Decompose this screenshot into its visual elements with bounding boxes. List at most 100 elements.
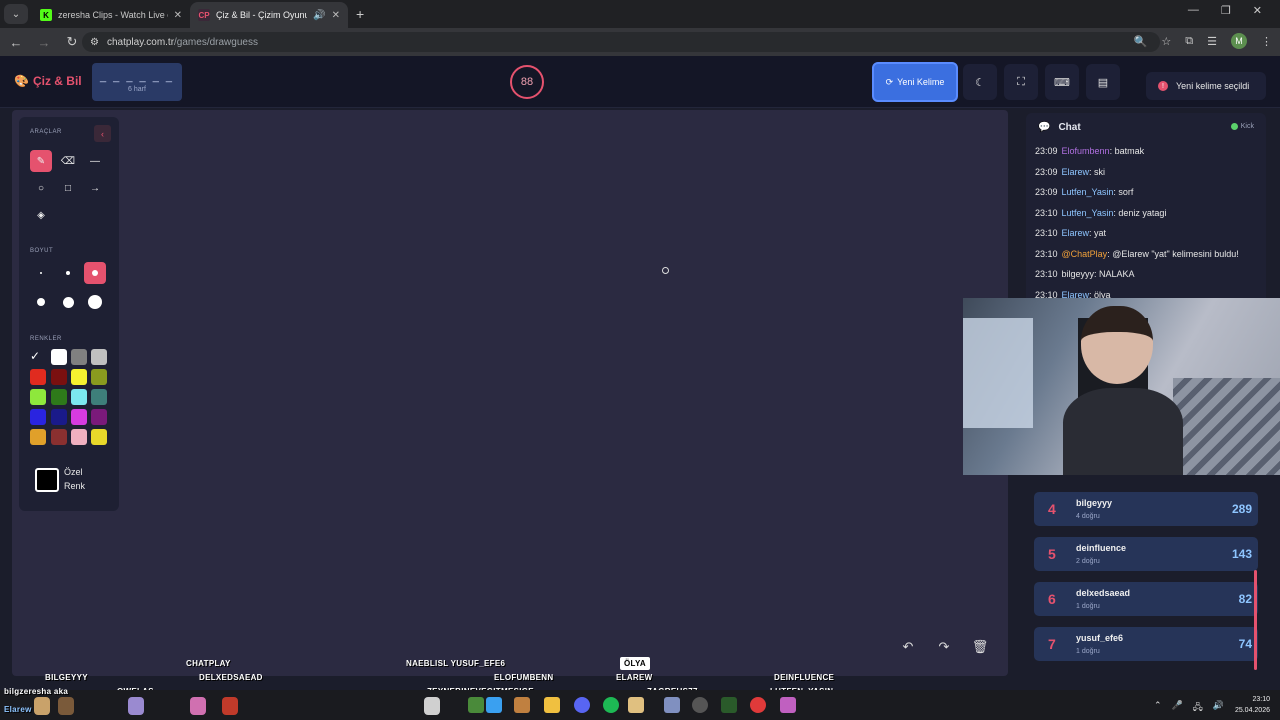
color-swatch[interactable] bbox=[91, 369, 107, 385]
color-swatch[interactable] bbox=[51, 369, 67, 385]
browser-tab-kick[interactable]: K zeresha Clips - Watch Live on K ✕ bbox=[32, 2, 190, 28]
color-swatch[interactable] bbox=[91, 409, 107, 425]
custom-color-label[interactable]: Özel Renk bbox=[64, 465, 85, 493]
new-word-button[interactable]: ⟳ Yeni Kelime bbox=[872, 62, 958, 102]
avatar-sprite bbox=[424, 697, 440, 715]
color-swatch[interactable] bbox=[30, 369, 46, 385]
size-heading: BOYUT bbox=[30, 248, 54, 254]
color-swatch[interactable] bbox=[71, 409, 87, 425]
taskbar-app-icon[interactable] bbox=[468, 697, 484, 713]
message-user[interactable]: @ChatPlay bbox=[1062, 249, 1108, 259]
archive-button[interactable]: ▤ bbox=[1086, 64, 1120, 100]
collapse-panel-button[interactable]: ‹ bbox=[94, 125, 111, 142]
reading-list-icon[interactable]: ☰ bbox=[1207, 35, 1217, 48]
color-swatch[interactable] bbox=[30, 389, 46, 405]
chat-message: 23:10 Elarew: ölya bbox=[1026, 285, 1266, 299]
message-user[interactable]: Elarew bbox=[1062, 167, 1090, 177]
clear-canvas-button[interactable]: 🗑 bbox=[967, 634, 993, 660]
leaderboard-scrollbar[interactable] bbox=[1254, 570, 1257, 670]
eraser-tool[interactable]: ⌫ bbox=[57, 150, 79, 172]
player-score: 289 bbox=[1231, 502, 1252, 516]
forward-icon[interactable]: → bbox=[32, 35, 56, 50]
selected-color-check-icon[interactable]: ✓ bbox=[30, 349, 46, 365]
close-window-icon[interactable]: ✕ bbox=[1253, 4, 1262, 17]
avatar-sprite bbox=[34, 697, 50, 715]
minimize-icon[interactable]: — bbox=[1188, 4, 1199, 17]
avatar-sprite bbox=[628, 697, 644, 713]
taskbar-app-icon[interactable] bbox=[721, 697, 737, 713]
chevron-up-icon[interactable]: ⌃ bbox=[1154, 700, 1162, 716]
custom-color-swatch[interactable] bbox=[35, 468, 59, 492]
color-swatch[interactable] bbox=[30, 409, 46, 425]
system-tray: ⌃ 🎤 🖧 🔊 bbox=[1154, 700, 1224, 716]
arrow-tool[interactable]: → bbox=[84, 177, 106, 199]
close-icon[interactable]: ✕ bbox=[332, 10, 340, 21]
profile-avatar[interactable]: M bbox=[1231, 33, 1247, 49]
brush-size-option[interactable] bbox=[84, 262, 106, 284]
color-swatch[interactable] bbox=[71, 389, 87, 405]
spotify-icon[interactable] bbox=[603, 697, 619, 713]
message-user[interactable]: Elarew bbox=[1062, 228, 1090, 238]
brush-size-option[interactable] bbox=[30, 291, 52, 313]
color-swatch[interactable] bbox=[91, 389, 107, 405]
taskbar-clock[interactable]: 23:10 25.04.2026 bbox=[1235, 694, 1270, 716]
brush-size-option[interactable] bbox=[57, 262, 79, 284]
close-icon[interactable]: ✕ bbox=[174, 10, 182, 21]
undo-button[interactable]: ↶ bbox=[895, 634, 921, 660]
microphone-icon[interactable]: 🎤 bbox=[1172, 700, 1183, 716]
brush-size-option[interactable] bbox=[30, 262, 52, 284]
color-swatch[interactable] bbox=[51, 349, 67, 365]
speaker-icon[interactable]: 🔊 bbox=[313, 10, 325, 21]
color-swatch[interactable] bbox=[91, 349, 107, 365]
brand-logo[interactable]: 🎨 Çiz & Bil bbox=[14, 74, 82, 88]
bookmark-star-icon[interactable]: ☆ bbox=[1161, 35, 1171, 48]
network-icon[interactable]: 🖧 bbox=[1193, 700, 1203, 716]
kick-favicon-icon: K bbox=[40, 9, 52, 21]
circle-tool[interactable]: ○ bbox=[30, 177, 52, 199]
line-tool[interactable]: — bbox=[84, 150, 106, 172]
browser-tab-drawguess[interactable]: CP Çiz & Bil - Çizim Oyunu 🔊 ✕ bbox=[190, 2, 348, 28]
color-swatch[interactable] bbox=[30, 429, 46, 445]
color-swatch[interactable] bbox=[71, 429, 87, 445]
tab-search-button[interactable]: ⌄ bbox=[4, 4, 28, 24]
message-user[interactable]: bilgeyyy bbox=[1062, 269, 1095, 279]
message-user[interactable]: Lutfen_Yasin bbox=[1062, 208, 1114, 218]
color-swatch[interactable] bbox=[71, 369, 87, 385]
url-field[interactable]: ⚙ chatplay.com.tr/games/drawguess bbox=[82, 32, 1160, 52]
file-explorer-icon[interactable] bbox=[544, 697, 560, 713]
menu-kebab-icon[interactable]: ⋮ bbox=[1261, 35, 1272, 48]
color-swatch[interactable] bbox=[71, 349, 87, 365]
color-swatch[interactable] bbox=[51, 389, 67, 405]
rectangle-tool[interactable]: □ bbox=[57, 177, 79, 199]
new-tab-button[interactable]: + bbox=[356, 6, 364, 22]
fill-tool[interactable]: ◈ bbox=[30, 204, 52, 226]
brush-tool[interactable]: ✎ bbox=[30, 150, 52, 172]
color-swatch[interactable] bbox=[91, 429, 107, 445]
back-icon[interactable]: ← bbox=[4, 35, 28, 50]
message-user[interactable]: Lutfen_Yasin bbox=[1062, 187, 1114, 197]
windows-start-icon[interactable] bbox=[486, 697, 502, 713]
extensions-icon[interactable]: ⧉ bbox=[1185, 35, 1193, 48]
brush-size-option[interactable] bbox=[84, 291, 106, 313]
clock-date: 25.04.2026 bbox=[1234, 707, 1270, 714]
reload-icon[interactable]: ↻ bbox=[60, 34, 84, 50]
site-info-icon[interactable]: ⚙ bbox=[90, 37, 99, 48]
taskbar-app-icon[interactable] bbox=[514, 697, 530, 713]
discord-icon[interactable] bbox=[574, 697, 590, 713]
volume-icon[interactable]: 🔊 bbox=[1213, 700, 1224, 716]
redo-button[interactable]: ↷ bbox=[931, 634, 957, 660]
player-rank: 5 bbox=[1048, 546, 1056, 562]
dark-mode-toggle[interactable]: ☾ bbox=[963, 64, 997, 100]
drawing-canvas[interactable] bbox=[12, 110, 1008, 676]
color-swatch[interactable] bbox=[51, 409, 67, 425]
message-user[interactable]: Elofumbenn bbox=[1062, 146, 1110, 156]
fullscreen-button[interactable]: ⛶ bbox=[1004, 64, 1038, 100]
zoom-icon[interactable]: 🔍 bbox=[1134, 35, 1148, 48]
taskbar-app-icon[interactable] bbox=[750, 697, 766, 713]
keyboard-button[interactable]: ⌨ bbox=[1045, 64, 1079, 100]
maximize-icon[interactable]: ❐ bbox=[1221, 4, 1231, 17]
brush-size-option[interactable] bbox=[57, 291, 79, 313]
player-rank: 7 bbox=[1048, 636, 1056, 652]
steam-icon[interactable] bbox=[692, 697, 708, 713]
color-swatch[interactable] bbox=[51, 429, 67, 445]
